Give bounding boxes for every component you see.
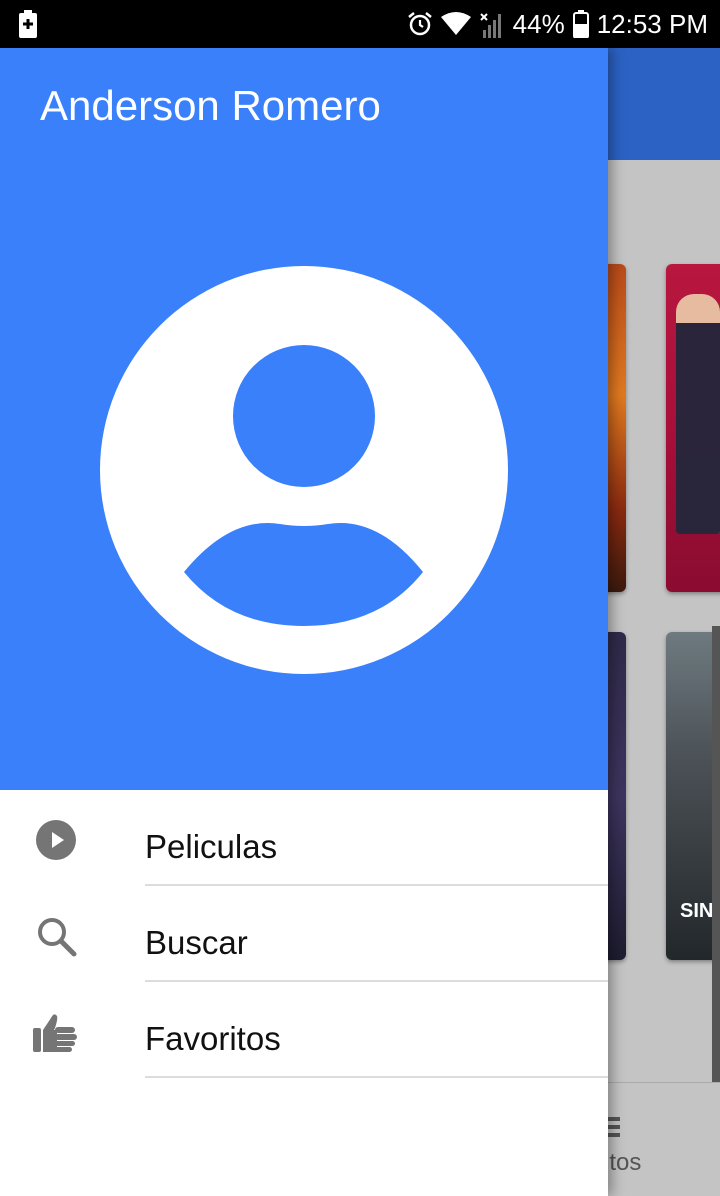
battery-percent: 44% <box>512 8 565 39</box>
clock: 12:53 PM <box>596 8 708 39</box>
status-bar: 44% 12:53 PM <box>0 0 720 48</box>
menu-label: Buscar <box>145 924 248 961</box>
menu-label: Favoritos <box>145 1020 281 1057</box>
drawer-header: Anderson Romero <box>0 48 608 790</box>
menu-item-peliculas[interactable]: Peliculas <box>0 790 608 886</box>
menu-item-buscar[interactable]: Buscar <box>0 886 608 982</box>
navigation-drawer: Anderson Romero Peliculas Buscar Favorit… <box>0 48 608 1196</box>
battery-charging-icon <box>19 10 37 38</box>
scrollbar <box>712 626 720 1082</box>
account-circle-icon <box>100 266 508 674</box>
movie-poster[interactable] <box>666 264 720 592</box>
menu-item-favoritos[interactable]: Favoritos <box>0 982 608 1078</box>
battery-icon <box>572 10 589 38</box>
menu-label: Peliculas <box>145 828 278 865</box>
play-circle-icon <box>32 816 80 864</box>
account-name: Anderson Romero <box>40 82 381 129</box>
divider <box>145 1076 608 1078</box>
status-icons: 44% 12:53 PM <box>407 0 708 48</box>
signal-icon <box>479 13 501 38</box>
thumb-up-icon <box>32 1008 80 1056</box>
drawer-menu: Peliculas Buscar Favoritos <box>0 790 608 1078</box>
wifi-icon <box>440 12 471 35</box>
alarm-icon <box>407 12 432 36</box>
poster-figure <box>676 294 720 534</box>
avatar[interactable] <box>100 266 508 674</box>
search-icon <box>32 912 80 960</box>
